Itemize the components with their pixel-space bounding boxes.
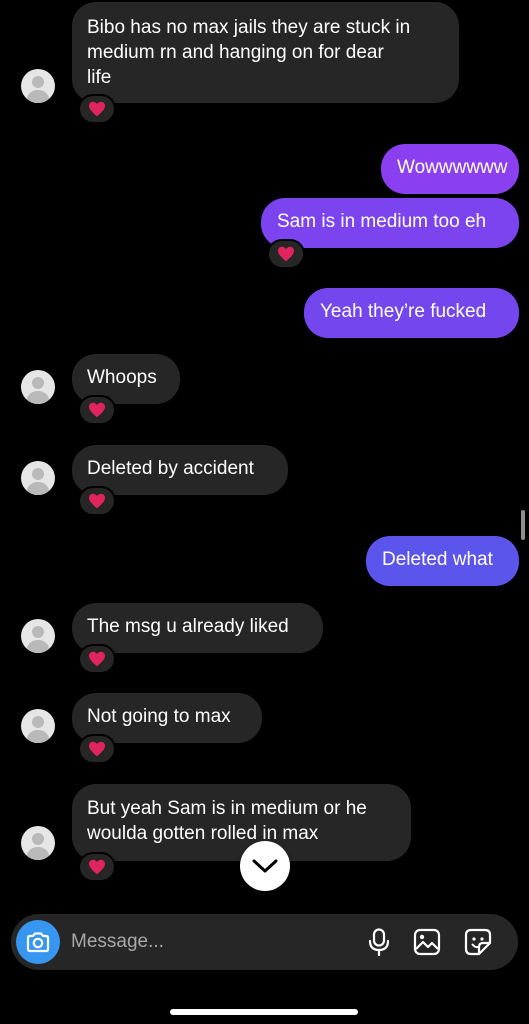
message-text-line: But yeah Sam is in medium or he — [87, 798, 367, 819]
heart-reaction[interactable] — [78, 94, 116, 124]
gallery-icon — [413, 928, 441, 956]
message-text-line: Not going to max — [87, 706, 231, 727]
red-heart-icon — [89, 741, 105, 757]
gallery-button[interactable] — [412, 927, 442, 957]
avatar[interactable] — [21, 826, 55, 860]
message-text-line: Sam is in medium too eh — [277, 211, 487, 232]
message-bubble[interactable]: But yeah Sam is in medium or he woulda g… — [72, 784, 411, 861]
sticker-icon — [464, 928, 492, 956]
avatar[interactable] — [21, 619, 55, 653]
message-text-line: Deleted what — [382, 549, 493, 570]
chevron-down-icon — [252, 859, 278, 873]
avatar[interactable] — [21, 370, 55, 404]
red-heart-icon — [89, 651, 105, 667]
message-text-line: Wowwwwww — [397, 157, 508, 178]
sticker-button[interactable] — [463, 927, 493, 957]
red-heart-icon — [89, 493, 105, 509]
message-input[interactable] — [71, 928, 351, 956]
red-heart-icon — [278, 246, 294, 262]
heart-reaction[interactable] — [78, 644, 116, 674]
red-heart-icon — [89, 859, 105, 875]
message-text-line: Yeah they’re fucked — [320, 301, 487, 322]
microphone-icon — [368, 928, 390, 956]
avatar[interactable] — [21, 709, 55, 743]
message-bubble[interactable]: Bibo has no max jails they are stuck in … — [72, 2, 459, 103]
heart-reaction[interactable] — [78, 852, 116, 882]
message-text-line: The msg u already liked — [87, 616, 289, 637]
scroll-to-bottom-button[interactable] — [240, 841, 290, 891]
heart-reaction[interactable] — [78, 395, 116, 425]
heart-reaction[interactable] — [267, 239, 305, 269]
red-heart-icon — [89, 101, 105, 117]
home-indicator — [170, 1009, 358, 1015]
heart-reaction[interactable] — [78, 734, 116, 764]
message-bubble[interactable]: The msg u already liked — [72, 603, 323, 653]
red-heart-icon — [89, 402, 105, 418]
message-bubble[interactable]: Deleted what — [366, 536, 519, 586]
camera-icon — [26, 932, 50, 953]
microphone-button[interactable] — [364, 927, 394, 957]
message-bubble[interactable]: Sam is in medium too eh — [261, 198, 519, 248]
message-text-line: woulda gotten rolled in max — [87, 823, 319, 844]
message-text-line: Whoops — [87, 367, 157, 388]
message-text-line: Deleted by accident — [87, 458, 254, 479]
message-text-line: Bibo has no max jails they are stuck in — [87, 17, 411, 38]
message-composer — [11, 914, 518, 970]
message-text-line: life — [87, 67, 112, 88]
message-bubble[interactable]: Yeah they’re fucked — [304, 288, 519, 338]
heart-reaction[interactable] — [78, 486, 116, 516]
avatar[interactable] — [21, 461, 55, 495]
message-bubble[interactable]: Wowwwwww — [381, 144, 519, 194]
scrollbar[interactable] — [521, 510, 525, 540]
avatar[interactable] — [21, 69, 55, 103]
message-text-line: medium rn and hanging on for dear — [87, 42, 384, 63]
message-thread[interactable]: Bibo has no max jails they are stuck in … — [0, 0, 529, 905]
camera-button[interactable] — [16, 920, 60, 964]
